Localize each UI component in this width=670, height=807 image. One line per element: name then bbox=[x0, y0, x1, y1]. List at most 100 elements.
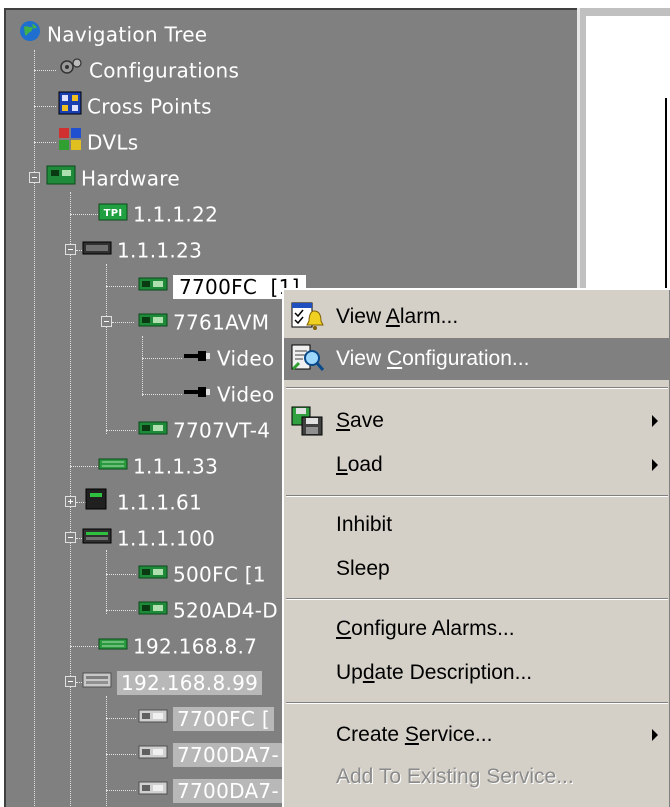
menu-item-add-to-existing-service: Add To Existing Service... bbox=[284, 756, 670, 798]
hardware-board-icon bbox=[46, 163, 76, 195]
card-gray-icon bbox=[138, 704, 168, 734]
collapse-toggle[interactable] bbox=[65, 676, 76, 687]
tree-connector bbox=[34, 142, 56, 143]
card-icon bbox=[138, 560, 168, 590]
menu-item-view-configuration[interactable]: View Configuration... bbox=[284, 338, 670, 380]
tree-connector bbox=[106, 264, 107, 434]
tree-connector bbox=[106, 550, 107, 614]
collapse-toggle[interactable] bbox=[29, 172, 40, 183]
tree-root-label: Navigation Tree bbox=[47, 22, 208, 47]
menu-item-load[interactable]: Load bbox=[284, 444, 670, 486]
menu-item-label: Load bbox=[336, 453, 383, 476]
menu-item-sleep[interactable]: Sleep bbox=[284, 548, 670, 590]
tree-item-label: 1.1.1.100 bbox=[117, 526, 216, 551]
tree-connector bbox=[34, 70, 56, 71]
tree-item-1-1-1-33[interactable]: 1.1.1.33 bbox=[98, 450, 218, 480]
menu-separator bbox=[286, 387, 668, 389]
tree-connector bbox=[34, 50, 35, 807]
menu-item-label: Add To Existing Service... bbox=[336, 765, 574, 788]
menu-item-label: View Alarm... bbox=[336, 305, 459, 328]
tree-item-dvls[interactable]: DVLs bbox=[58, 126, 139, 156]
menu-item-inhibit[interactable]: Inhibit bbox=[284, 504, 670, 546]
tree-item-label: 500FC [1 bbox=[173, 562, 266, 587]
collapse-toggle[interactable] bbox=[65, 244, 76, 255]
tree-item-configurations[interactable]: Configurations bbox=[58, 54, 239, 84]
menu-separator bbox=[286, 598, 668, 600]
tree-connector bbox=[106, 286, 136, 287]
menu-item-view-alarm[interactable]: View Alarm... bbox=[284, 296, 670, 338]
view-configuration-icon bbox=[290, 343, 326, 390]
tree-connector bbox=[106, 718, 136, 719]
tree-item-7707vt[interactable]: 7707VT-4 bbox=[138, 414, 270, 444]
tpi-module-icon: TPI bbox=[98, 200, 128, 230]
menu-item-update-description[interactable]: Update Description... bbox=[284, 652, 670, 694]
tree-item-label: Video bbox=[217, 346, 275, 371]
tree-item-hardware[interactable]: Hardware bbox=[46, 162, 180, 192]
tree-connector bbox=[106, 610, 136, 611]
menu-item-create-service[interactable]: Create Service... bbox=[284, 714, 670, 756]
frame-icon bbox=[82, 236, 112, 266]
video-connector-icon bbox=[182, 380, 212, 410]
frame-icon bbox=[82, 524, 112, 554]
tree-item-label: 1.1.1.23 bbox=[117, 238, 203, 263]
tree-item-192-168-8-7[interactable]: 192.168.8.7 bbox=[98, 630, 257, 660]
tree-item-label: 7761AVM bbox=[173, 310, 270, 335]
tree-item-1-1-1-100[interactable]: 1.1.1.100 bbox=[82, 522, 215, 552]
tree-root[interactable]: Navigation Tree bbox=[18, 18, 207, 48]
menu-item-configure-alarms[interactable]: Configure Alarms... bbox=[284, 608, 670, 650]
menu-item-label: View Configuration... bbox=[336, 347, 530, 370]
dvl-grid-icon bbox=[58, 127, 82, 159]
menu-item-label: Configure Alarms... bbox=[336, 617, 515, 640]
tree-connector bbox=[106, 790, 136, 791]
tree-item-label: DVLs bbox=[87, 130, 139, 155]
tree-item-video-1[interactable]: Video bbox=[182, 342, 275, 372]
tree-connector bbox=[70, 214, 98, 215]
tree-connector bbox=[106, 430, 136, 431]
menu-item-label: Update Description... bbox=[336, 661, 533, 684]
tree-connector bbox=[112, 322, 134, 323]
tree-item-label: 1.1.1.33 bbox=[133, 454, 219, 479]
collapse-toggle[interactable] bbox=[65, 532, 76, 543]
expand-toggle[interactable] bbox=[65, 496, 76, 507]
tree-connector bbox=[34, 106, 56, 107]
tree-item-7700da7-b[interactable]: 7700DA7- bbox=[138, 774, 283, 804]
card-icon bbox=[138, 272, 168, 302]
tree-item-192-168-8-99[interactable]: 192.168.8.99 bbox=[82, 666, 263, 698]
globe-icon bbox=[18, 19, 42, 51]
card-gray-icon bbox=[138, 740, 168, 770]
tree-item-7761avm[interactable]: 7761AVM bbox=[138, 306, 269, 336]
tree-item-label: Hardware bbox=[81, 166, 180, 191]
card-icon bbox=[138, 416, 168, 446]
frame-green-icon bbox=[98, 452, 128, 482]
collapse-toggle[interactable] bbox=[101, 316, 112, 327]
tree-item-520ad4[interactable]: 520AD4-D bbox=[138, 594, 278, 624]
tree-item-label: Cross Points bbox=[87, 94, 212, 119]
context-menu: View Alarm... View Configuration... Save… bbox=[282, 288, 670, 807]
svg-text:TPI: TPI bbox=[104, 208, 123, 219]
tree-item-500fc[interactable]: 500FC [1 bbox=[138, 558, 266, 588]
tree-connector bbox=[70, 646, 98, 647]
tree-item-7700da7-a[interactable]: 7700DA7- bbox=[138, 738, 283, 768]
device-icon bbox=[82, 487, 112, 519]
menu-separator bbox=[286, 702, 668, 704]
frame-gray-icon bbox=[82, 668, 112, 698]
menu-item-label: Create Service... bbox=[336, 723, 493, 746]
tree-connector bbox=[142, 358, 182, 359]
tree-item-1-1-1-61[interactable]: 1.1.1.61 bbox=[82, 486, 202, 516]
submenu-arrow-icon bbox=[652, 729, 658, 741]
tree-item-label: 192.168.8.99 bbox=[117, 670, 263, 695]
menu-item-save[interactable]: Save bbox=[284, 400, 670, 442]
tree-item-label: Video bbox=[217, 382, 275, 407]
tree-item-1-1-1-23[interactable]: 1.1.1.23 bbox=[82, 234, 202, 264]
tree-item-label: 1.1.1.61 bbox=[117, 490, 203, 515]
card-icon bbox=[138, 596, 168, 626]
tree-item-label: Configurations bbox=[89, 58, 240, 83]
tree-item-1-1-1-22[interactable]: TPI 1.1.1.22 bbox=[98, 198, 218, 228]
tree-connector bbox=[70, 466, 98, 467]
tree-item-7700fc-b[interactable]: 7700FC [ bbox=[138, 702, 274, 732]
tree-item-7700fc-selected[interactable]: 7700FC [1] bbox=[138, 270, 306, 300]
tree-item-cross-points[interactable]: Cross Points bbox=[58, 90, 212, 120]
tree-connector bbox=[106, 574, 136, 575]
tree-item-label: 192.168.8.7 bbox=[133, 634, 258, 659]
tree-item-video-2[interactable]: Video bbox=[182, 378, 275, 408]
